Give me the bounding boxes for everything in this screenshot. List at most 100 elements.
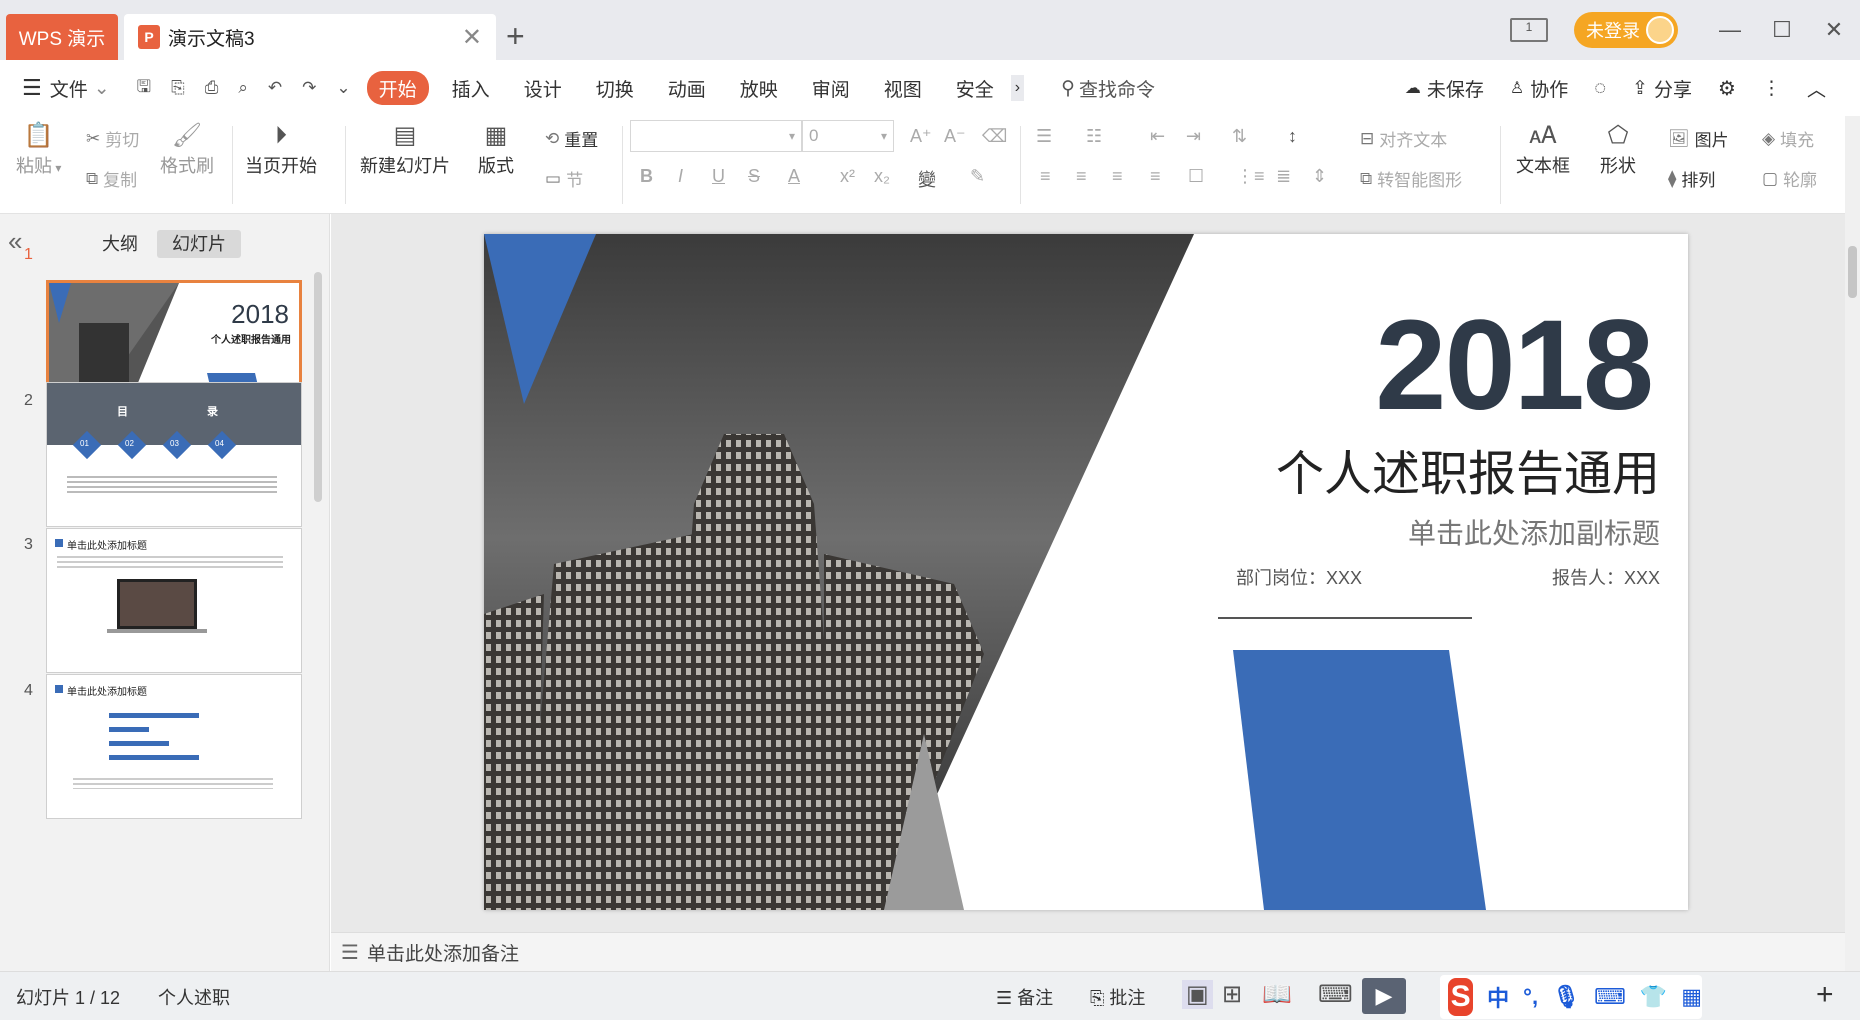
theme-name[interactable]: 个人述职 — [158, 984, 230, 1010]
tab-transition[interactable]: 切换 — [579, 75, 651, 102]
arrange-button[interactable]: ⧫ 排列 — [1668, 166, 1715, 191]
shape-button[interactable]: ⬠ 形状 — [1600, 120, 1636, 178]
reading-view-icon[interactable]: 📖 — [1262, 980, 1292, 1009]
grow-font-icon[interactable]: A⁺ — [910, 126, 932, 147]
login-button[interactable]: 未登录 — [1574, 12, 1678, 48]
document-tab[interactable]: P 演示文稿3 ✕ — [124, 14, 496, 60]
highlight-icon[interactable]: ✎ — [970, 166, 985, 187]
italic-button[interactable]: I — [678, 166, 683, 187]
unsaved-status[interactable]: ☁ 未保存 — [1395, 75, 1494, 102]
tab-review[interactable]: 审阅 — [795, 75, 867, 102]
copy-button[interactable]: ⧉ 复制 — [86, 166, 137, 191]
format-painter-button[interactable]: 🖌 格式刷 — [160, 120, 214, 178]
fill-button[interactable]: ◈ 填充 — [1762, 126, 1814, 151]
slide-subtitle-placeholder[interactable]: 单击此处添加副标题 — [1408, 512, 1660, 552]
font-name-select[interactable]: ▾ — [630, 120, 802, 152]
distribute-icon[interactable]: ☐ — [1188, 166, 1204, 187]
new-tab-button[interactable]: + — [506, 16, 525, 56]
settings-gear-icon[interactable]: ⚙ — [1708, 76, 1746, 101]
wps-app-tab[interactable]: WPS 演示 — [6, 14, 118, 60]
slide-department[interactable]: 部门岗位：XXX — [1236, 564, 1362, 590]
tab-design[interactable]: 设计 — [507, 75, 579, 102]
shrink-font-icon[interactable]: A⁻ — [944, 126, 966, 147]
print-preview-icon[interactable]: ⌕ — [228, 78, 258, 98]
layout-button[interactable]: ▦ 版式 — [478, 120, 514, 178]
current-slide[interactable]: 2018 个人述职报告通用 单击此处添加副标题 部门岗位：XXX 报告人：XXX — [484, 234, 1688, 910]
share-button[interactable]: ⇪ 分享 — [1622, 75, 1702, 102]
scrollbar-thumb[interactable] — [1848, 246, 1857, 298]
slideshow-play-button[interactable]: ▶ — [1362, 978, 1406, 1014]
panel-scrollbar[interactable] — [314, 272, 322, 502]
slide-year[interactable]: 2018 — [1375, 292, 1654, 439]
collaborate-button[interactable]: ♙ 协作 — [1500, 75, 1578, 102]
redo-icon[interactable]: ↷ — [292, 78, 326, 98]
close-window-icon[interactable]: ✕ — [1808, 17, 1860, 43]
skin-shirt-icon[interactable]: 👕 — [1640, 984, 1667, 1010]
print-icon[interactable]: ⎙ — [195, 78, 229, 98]
slide-reporter[interactable]: 报告人：XXX — [1552, 564, 1660, 590]
monitor-mode-icon[interactable]: 1 — [1510, 18, 1548, 42]
line-spacing-list-icon[interactable]: ⇕ — [1312, 166, 1327, 187]
collapse-panel-icon[interactable]: « — [8, 226, 22, 257]
slide-sorter-icon[interactable]: ⊞ — [1222, 980, 1242, 1009]
tab-view[interactable]: 视图 — [867, 75, 939, 102]
slide-title[interactable]: 个人述职报告通用 — [1276, 434, 1660, 504]
undo-icon[interactable]: ↶ — [258, 78, 292, 98]
tab-security[interactable]: 安全 — [939, 75, 1011, 102]
text-direction-icon[interactable]: ⇅ — [1232, 126, 1247, 147]
maximize-icon[interactable]: ☐ — [1756, 17, 1808, 43]
reset-button[interactable]: ⟲ 重置 — [545, 126, 598, 151]
comment-bubble-icon[interactable]: ◌ — [1584, 77, 1616, 100]
increase-indent-icon[interactable]: ⇥ — [1186, 126, 1201, 147]
underline-button[interactable]: U — [712, 166, 725, 187]
cut-button[interactable]: ✂ 剪切 — [86, 126, 139, 151]
slide-thumbnail-3[interactable]: 单击此处添加标题 — [46, 528, 302, 673]
paragraph-icon[interactable]: ≣ — [1276, 166, 1291, 187]
outline-button[interactable]: ▢ 轮廓 — [1762, 166, 1817, 191]
bullets-icon[interactable]: ☰ — [1036, 126, 1052, 147]
close-tab-icon[interactable]: ✕ — [462, 23, 482, 52]
slide-thumbnail-2[interactable]: 目 录 01 02 03 04 — [46, 382, 302, 527]
line-spacing-icon[interactable]: ↕ — [1288, 126, 1297, 147]
align-left-icon[interactable]: ≡ — [1040, 166, 1051, 187]
keyboard-icon[interactable]: ⌨ — [1594, 984, 1626, 1010]
align-right-icon[interactable]: ≡ — [1112, 166, 1123, 187]
save-icon[interactable]: 🖫 — [127, 74, 161, 103]
justify-icon[interactable]: ≡ — [1150, 166, 1161, 187]
ime-punctuation[interactable]: °, — [1523, 984, 1538, 1010]
minimize-icon[interactable]: — — [1704, 17, 1756, 43]
font-color-button[interactable]: A — [788, 166, 800, 187]
strikethrough-button[interactable]: S — [748, 166, 760, 187]
tab-insert[interactable]: 插入 — [435, 75, 507, 102]
convert-smartart-button[interactable]: ⧉ 转智能图形 — [1360, 166, 1462, 191]
clear-format-icon[interactable]: ⌫ — [982, 126, 1007, 147]
presenter-tools-icon[interactable]: ⌨ — [1318, 980, 1353, 1009]
bold-button[interactable]: B — [640, 166, 653, 187]
file-menu[interactable]: ☰ 文件 ⌄ — [0, 75, 127, 102]
play-from-current-button[interactable]: ⏵ 当页开始 — [245, 120, 317, 178]
column-icon[interactable]: ⋮≡ — [1236, 166, 1265, 187]
slide-thumbnail-4[interactable]: 单击此处添加标题 — [46, 674, 302, 819]
tab-animation[interactable]: 动画 — [651, 75, 723, 102]
customize-quick-access-icon[interactable]: ⌄ — [326, 78, 360, 98]
paste-button[interactable]: 📋 粘贴 ▾ — [16, 120, 61, 178]
collapse-ribbon-icon[interactable]: ︿ — [1797, 75, 1836, 102]
ime-chinese-mode[interactable]: 中 — [1487, 981, 1509, 1013]
numbering-icon[interactable]: ☷ — [1086, 126, 1102, 147]
notes-toggle-button[interactable]: ☰ 备注 — [996, 984, 1053, 1010]
more-options-icon[interactable]: ⋮ — [1752, 77, 1791, 100]
input-method-toolbar[interactable]: S 中 °, 🎙 ⌨ 👕 ▦ — [1440, 975, 1702, 1019]
decrease-indent-icon[interactable]: ⇤ — [1150, 126, 1165, 147]
picture-button[interactable]: 🖼 图片 — [1668, 126, 1729, 151]
vertical-scrollbar[interactable] — [1845, 116, 1860, 971]
new-slide-button[interactable]: ▤ 新建幻灯片 — [360, 120, 450, 178]
text-effect-icon[interactable]: 變 — [918, 166, 936, 192]
zoom-in-icon[interactable]: + — [1816, 978, 1834, 1012]
search-command[interactable]: ⚲ 查找命令 — [1044, 75, 1172, 102]
align-text-button[interactable]: ⊟ 对齐文本 — [1360, 126, 1447, 151]
tab-slideshow[interactable]: 放映 — [723, 75, 795, 102]
notes-pane[interactable]: ☰ 单击此处添加备注 — [331, 932, 1845, 971]
comment-button[interactable]: ⎘ 批注 — [1090, 984, 1145, 1010]
normal-view-icon[interactable]: ▣ — [1182, 980, 1213, 1009]
more-tabs-button[interactable]: › — [1010, 75, 1025, 101]
